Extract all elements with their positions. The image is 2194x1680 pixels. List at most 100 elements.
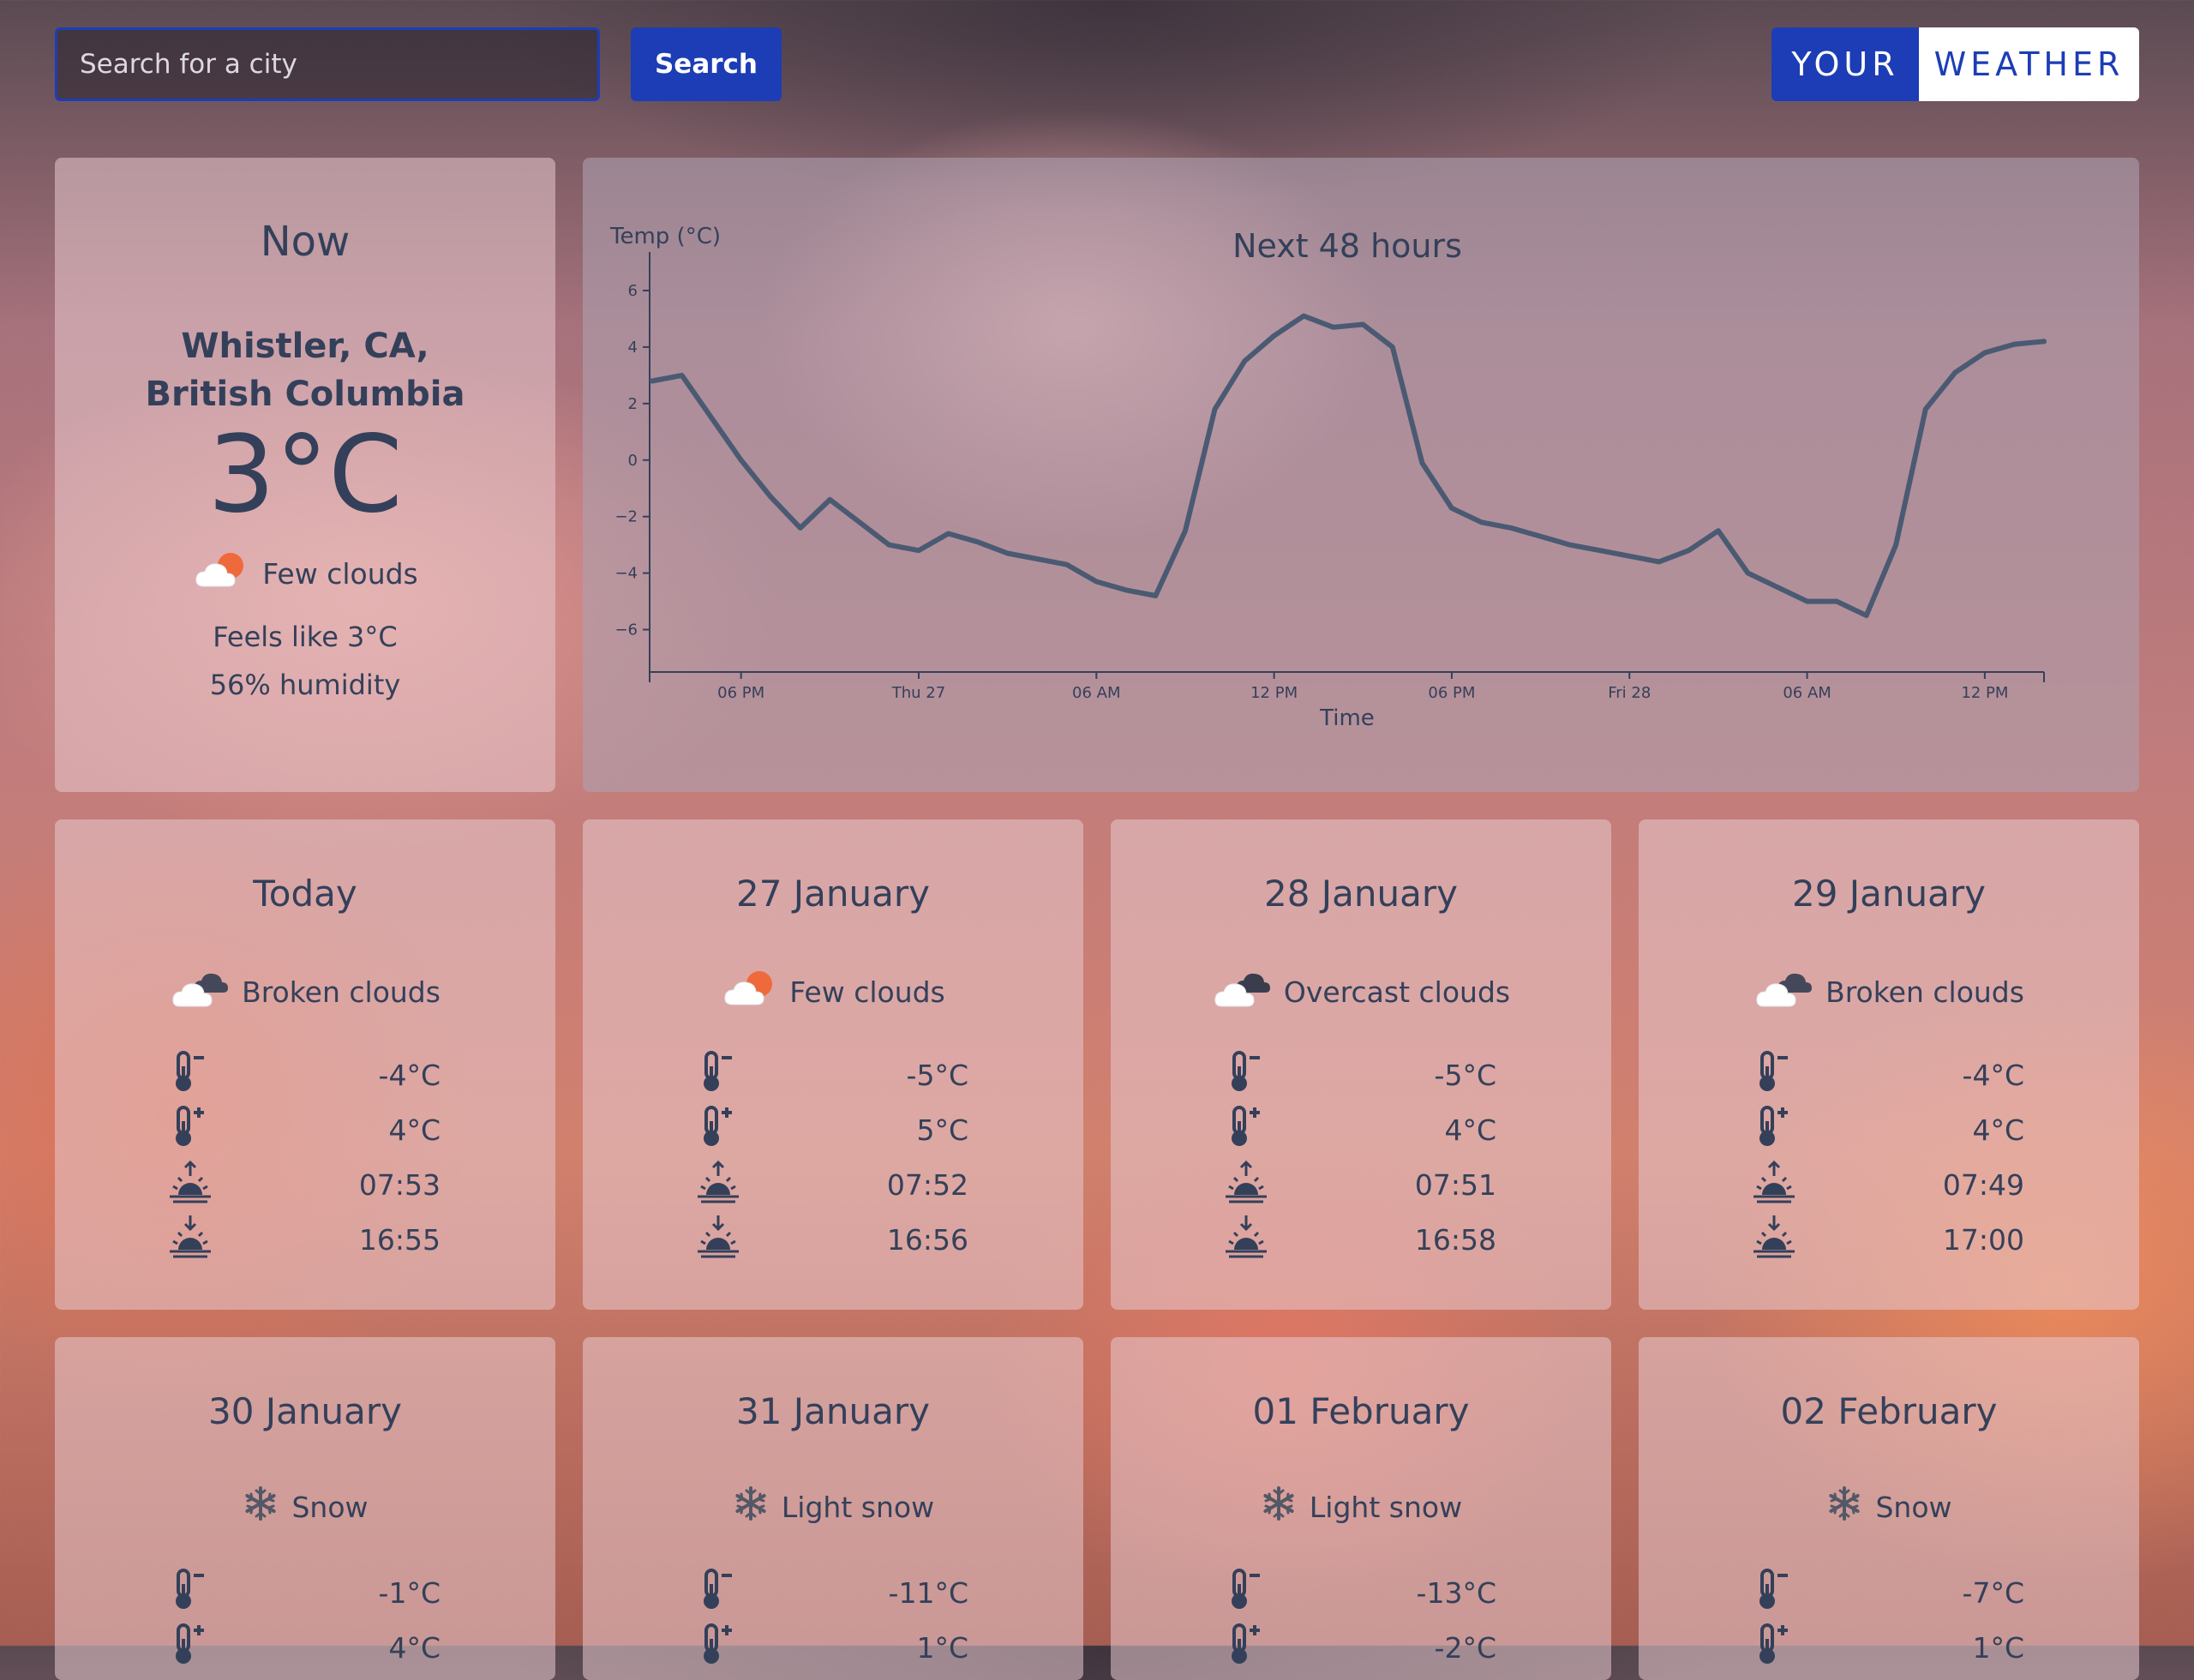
day-condition-label: Overcast clouds: [1283, 975, 1511, 1009]
day-condition: Light snow: [1111, 1485, 1611, 1529]
max-temp-row: 1°C: [694, 1623, 968, 1671]
day-condition-label: Broken clouds: [242, 975, 441, 1009]
thermometer-min-icon: [694, 1565, 742, 1620]
logo-part-your: YOUR: [1771, 27, 1919, 101]
max-temp: 4°C: [1444, 1113, 1496, 1147]
day-title: 02 February: [1780, 1390, 1998, 1432]
sunrise-time: 07:51: [1414, 1167, 1496, 1202]
thermometer-min-icon: [1750, 1047, 1798, 1102]
day-title: Today: [253, 873, 357, 915]
day-title: 29 January: [1791, 873, 1987, 915]
min-temp: -4°C: [378, 1058, 441, 1092]
sunset-time-row: 16:58: [1222, 1215, 1496, 1263]
max-temp-row: -2°C: [1222, 1623, 1496, 1671]
sunrise-time-row: 07:49: [1750, 1160, 2024, 1209]
min-temp-row: -5°C: [694, 1051, 968, 1099]
min-temp-row: -4°C: [1750, 1051, 2024, 1099]
feels-like: Feels like 3°C: [213, 621, 398, 653]
y-tick-label: −6: [614, 621, 638, 639]
current-weather-card: Now Whistler, CA, British Columbia 3°C F…: [55, 158, 555, 792]
broken-clouds-icon: [170, 967, 230, 1017]
y-tick-label: −2: [614, 508, 638, 526]
max-temp: -2°C: [1434, 1630, 1496, 1665]
day-forecast-card: 27 January Few clouds -5°C 5°C 07:52 16:56: [583, 819, 1083, 1310]
humidity: 56% humidity: [209, 669, 401, 701]
max-temp-row: 4°C: [166, 1106, 441, 1154]
thermometer-max-icon: [166, 1620, 214, 1675]
day-condition: Few clouds: [583, 967, 1083, 1017]
sunset-time-row: 16:55: [166, 1215, 441, 1263]
sunset-time: 16:55: [358, 1222, 441, 1257]
city-line-2: British Columbia: [145, 375, 465, 414]
search-input[interactable]: [55, 27, 600, 101]
thermometer-max-icon: [694, 1102, 742, 1157]
y-tick-label: 6: [628, 282, 638, 300]
temperature-line: [650, 313, 2047, 619]
sunset-time-row: 16:56: [694, 1215, 968, 1263]
city-line-1: Whistler, CA,: [181, 327, 429, 366]
now-title: Now: [260, 218, 351, 266]
x-tick-label: 12 PM: [1961, 684, 2008, 702]
day-condition-label: Snow: [291, 1490, 369, 1524]
sunset-time: 16:58: [1414, 1222, 1496, 1257]
max-temp-row: 5°C: [694, 1106, 968, 1154]
sunset-time-row: 17:00: [1750, 1215, 2024, 1263]
snow-icon: [1260, 1485, 1298, 1529]
min-temp-row: -13°C: [1222, 1569, 1496, 1617]
day-forecast-card: 30 January Snow -1°C 4°C: [55, 1337, 555, 1680]
logo: YOUR WEATHER: [1771, 27, 2139, 101]
search-button[interactable]: Search: [631, 27, 782, 101]
day-condition: Light snow: [583, 1485, 1083, 1529]
forecast-chart-card: Next 48 hours Temp (°C) Time 6 4 2 0 −2 −4 −6 0…: [583, 158, 2139, 792]
y-tick-label: 4: [628, 339, 638, 357]
sunset-icon: [1750, 1212, 1798, 1267]
day-title: 27 January: [735, 873, 931, 915]
broken-clouds-icon: [1753, 967, 1813, 1017]
thermometer-max-icon: [166, 1102, 214, 1157]
max-temp: 4°C: [388, 1113, 441, 1147]
x-tick-label: 06 PM: [1428, 684, 1475, 702]
thermometer-max-icon: [1750, 1620, 1798, 1675]
day-condition: Broken clouds: [55, 967, 555, 1017]
temperature-chart: Next 48 hours Temp (°C) Time 6 4 2 0 −2 −4 −6 0…: [609, 224, 2047, 731]
day-condition-label: Light snow: [1309, 1490, 1463, 1524]
day-title: 30 January: [207, 1390, 403, 1432]
min-temp-row: -1°C: [166, 1569, 441, 1617]
max-temp: 5°C: [916, 1113, 968, 1147]
day-condition-label: Snow: [1875, 1490, 1952, 1524]
overcast-clouds-icon: [1212, 967, 1272, 1017]
min-temp: -1°C: [378, 1575, 441, 1610]
day-forecast-card: 31 January Light snow -11°C 1°C: [583, 1337, 1083, 1680]
min-temp: -4°C: [1962, 1058, 2024, 1092]
min-temp: -7°C: [1962, 1575, 2024, 1610]
day-title: 28 January: [1263, 873, 1459, 915]
x-tick-label: 06 AM: [1783, 684, 1831, 702]
day-condition-label: Few clouds: [789, 975, 945, 1009]
sunrise-time: 07:53: [358, 1167, 441, 1202]
thermometer-min-icon: [166, 1047, 214, 1102]
min-temp: -5°C: [906, 1058, 968, 1092]
max-temp-row: 1°C: [1750, 1623, 2024, 1671]
snow-icon: [1825, 1485, 1863, 1529]
day-forecast-card: 02 February Snow -7°C 1°C: [1639, 1337, 2139, 1680]
y-tick-label: 0: [628, 452, 638, 470]
current-condition-label: Few clouds: [262, 556, 418, 591]
sunset-icon: [1222, 1212, 1270, 1267]
logo-part-weather: WEATHER: [1919, 27, 2139, 101]
x-tick-label: Thu 27: [891, 684, 945, 702]
day-title: 31 January: [735, 1390, 931, 1432]
day-condition-label: Light snow: [781, 1490, 935, 1524]
min-temp: -5°C: [1434, 1058, 1496, 1092]
few-clouds-icon: [721, 967, 777, 1017]
sunset-time: 16:56: [886, 1222, 968, 1257]
snow-icon: [732, 1485, 770, 1529]
thermometer-max-icon: [1222, 1102, 1270, 1157]
max-temp: 1°C: [916, 1630, 968, 1665]
y-tick-label: 2: [628, 395, 638, 413]
max-temp: 1°C: [1972, 1630, 2024, 1665]
x-tick-label: 06 PM: [717, 684, 764, 702]
y-tick-label: −4: [614, 565, 638, 583]
day-condition: Snow: [1639, 1485, 2139, 1529]
x-tick-label: 06 AM: [1072, 684, 1120, 702]
max-temp-row: 4°C: [1222, 1106, 1496, 1154]
